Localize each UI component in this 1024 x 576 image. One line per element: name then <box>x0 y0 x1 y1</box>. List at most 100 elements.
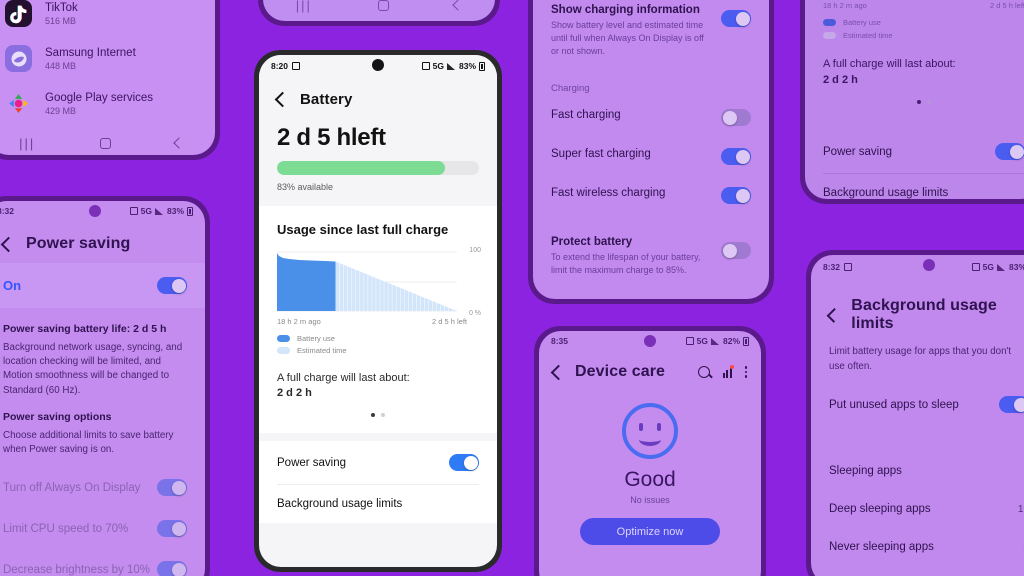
recents-icon[interactable]: ||| <box>19 136 35 151</box>
search-icon[interactable] <box>697 366 710 378</box>
battery-percent: 82% <box>722 336 740 346</box>
super-fast-charging-toggle[interactable] <box>721 148 751 166</box>
list-item[interactable]: Google Play services 429 MB <box>0 81 215 126</box>
option-label: Limit CPU speed to 70% <box>3 522 129 535</box>
option-row-always-on-display[interactable]: Turn off Always On Display <box>0 467 205 508</box>
row-protect-battery[interactable]: Protect battery To extend the lifespan o… <box>533 225 769 288</box>
legend-item: Estimated time <box>805 31 1024 40</box>
row-sleeping-apps[interactable]: Sleeping apps 2 <box>811 452 1024 490</box>
screenshot-icon <box>844 263 853 271</box>
row-label: Fast wireless charging <box>551 187 666 200</box>
phone-screen: 8:20 5G 83% Battery 2 d 5 hleft 83% avai… <box>259 55 497 567</box>
option-row-cpu-speed[interactable]: Limit CPU speed to 70% <box>0 508 205 549</box>
phone-charging-settings: Show charging information Show battery l… <box>528 0 774 304</box>
device-status-score: Good <box>624 468 676 491</box>
put-unused-apps-to-sleep-toggle[interactable] <box>999 396 1024 414</box>
protect-battery-toggle[interactable] <box>721 242 751 260</box>
phone-device-care: 8:35 5G 82% Device care Good No issues O… <box>534 326 766 576</box>
page-title: Power saving <box>26 235 131 252</box>
page-header: Background usage limits <box>811 279 1024 343</box>
optimize-now-button[interactable]: Optimize now <box>580 518 720 545</box>
status-bar: 8:32 5G 83% <box>811 255 1024 279</box>
row-power-saving[interactable]: Power saving <box>259 441 497 484</box>
status-time: 8:32 <box>823 262 841 272</box>
more-options-icon[interactable] <box>744 366 747 378</box>
remaining-value: 2 d 5 h <box>277 124 351 151</box>
chart-svg <box>277 251 457 312</box>
carousel-dot-1[interactable] <box>917 100 921 104</box>
legend-swatch-estimated-time <box>823 32 836 39</box>
back-icon[interactable] <box>173 137 185 149</box>
row-fast-charging[interactable]: Fast charging <box>533 98 769 137</box>
carousel-dot-1[interactable] <box>371 413 375 417</box>
stats-icon[interactable] <box>722 365 734 378</box>
network-label: 5G <box>432 61 444 71</box>
network-label: 5G <box>982 262 994 272</box>
row-background-usage-limits[interactable]: Background usage limits <box>805 174 1024 199</box>
smiley-eye-left <box>639 423 643 431</box>
legend-label: Estimated time <box>843 31 893 40</box>
row-never-sleeping-apps[interactable]: Never sleeping apps 0 <box>811 528 1024 566</box>
back-icon[interactable] <box>274 91 291 108</box>
page-title: Device care <box>575 363 666 380</box>
back-icon[interactable] <box>452 0 464 11</box>
power-saving-toggle[interactable] <box>995 143 1024 160</box>
option-toggle[interactable] <box>157 520 187 538</box>
row-super-fast-charging[interactable]: Super fast charging <box>533 137 769 176</box>
phone-screen: 8:35 5G 82% Device care Good No issues O… <box>539 331 761 576</box>
status-bar: 8:20 5G 83% <box>259 55 497 77</box>
remaining-time: 2 d 5 hleft <box>259 118 497 152</box>
legend-item: Battery use <box>805 18 1024 27</box>
power-saving-toggle[interactable] <box>157 277 187 294</box>
nav-bar: ||| <box>263 0 495 18</box>
power-saving-toggle-row[interactable]: On <box>0 263 205 308</box>
home-icon[interactable] <box>377 0 389 11</box>
tiktok-icon <box>5 0 32 27</box>
back-icon[interactable] <box>0 236 17 252</box>
row-power-saving[interactable]: Power saving <box>805 130 1024 173</box>
battery-percent: 83% <box>166 206 184 216</box>
fast-wireless-charging-toggle[interactable] <box>721 187 751 205</box>
option-toggle[interactable] <box>157 479 187 497</box>
fast-charging-toggle[interactable] <box>721 109 751 127</box>
back-icon[interactable] <box>550 364 567 380</box>
page-header: Device care <box>539 351 761 387</box>
battery-icon <box>479 61 485 71</box>
carousel-dot-2[interactable] <box>381 413 385 417</box>
home-icon[interactable] <box>99 137 111 149</box>
option-toggle[interactable] <box>157 561 187 576</box>
row-background-usage-limits[interactable]: Background usage limits <box>259 485 497 523</box>
carousel-dot-2[interactable] <box>927 100 931 104</box>
row-label: Background usage limits <box>277 498 403 510</box>
row-fast-wireless-charging[interactable]: Fast wireless charging <box>533 176 769 215</box>
row-deep-sleeping-apps[interactable]: Deep sleeping apps 19 <box>811 490 1024 528</box>
usage-card: Usage since last full charge 100 0 % 18 … <box>259 206 497 433</box>
usage-heading: Usage since last full charge <box>277 222 449 237</box>
option-row-brightness[interactable]: Decrease brightness by 10% <box>0 549 205 576</box>
carousel-dots <box>805 86 1024 130</box>
phone-screen: 18 h 2 m ago 2 d 5 h left Battery use Es… <box>805 0 1024 199</box>
row-put-unused-apps-to-sleep[interactable]: Put unused apps to sleep <box>811 374 1024 426</box>
list-item[interactable]: TikTok 516 MB <box>0 0 215 36</box>
row-show-charging-information[interactable]: Show charging information Show battery l… <box>533 0 769 69</box>
page-title: Battery <box>300 91 353 108</box>
back-icon[interactable] <box>826 307 842 323</box>
option-label: Turn off Always On Display <box>3 481 141 494</box>
row-label: Super fast charging <box>551 148 651 161</box>
power-saving-toggle[interactable] <box>449 454 479 471</box>
row-label: Background usage limits <box>823 187 949 199</box>
header-actions <box>697 365 747 378</box>
sim-icon <box>421 62 430 70</box>
show-charging-information-toggle[interactable] <box>721 10 751 27</box>
page-header: Power saving <box>0 221 205 263</box>
battery-percent: 83% <box>458 61 476 71</box>
recents-icon[interactable]: ||| <box>296 0 312 13</box>
battery-icon <box>187 206 193 216</box>
sim-icon <box>971 263 980 271</box>
page-description: Limit battery usage for apps that you do… <box>829 346 1012 372</box>
list-item[interactable]: Samsung Internet 448 MB <box>0 36 215 81</box>
legend-item: Estimated time <box>277 346 479 355</box>
status-time: 8:20 <box>271 61 289 71</box>
phone-screen: Show charging information Show battery l… <box>533 0 769 299</box>
phone-power-saving: 8:32 5G 83% Power saving On Power saving… <box>0 196 210 576</box>
